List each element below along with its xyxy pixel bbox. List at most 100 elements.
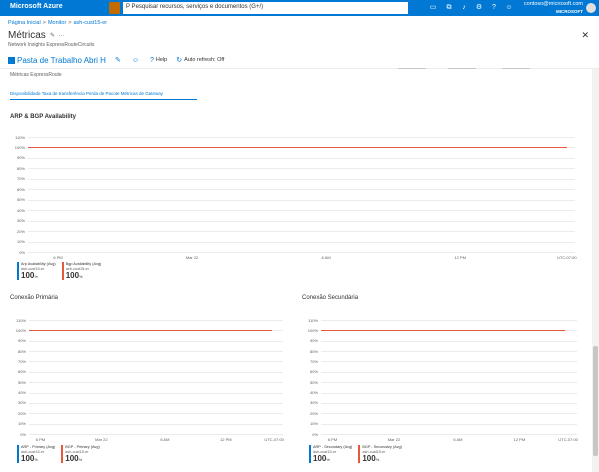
- y-tick-label: 90%: [16, 155, 25, 161]
- legend-unit: %: [375, 457, 380, 462]
- grid-line: [28, 220, 575, 222]
- secondary-connection-legend: ARP - Secondary (Avg) ash-cust15-er 100% BG…: [309, 445, 408, 464]
- help-label: Help: [155, 57, 168, 63]
- pencil-icon: ✎: [114, 57, 121, 64]
- legend-item[interactable]: BGP - Secondary (Avg) ash-cust15-er 100%: [358, 445, 402, 464]
- grid-line: [28, 168, 575, 170]
- y-tick-label: 30%: [16, 218, 25, 224]
- legend-item[interactable]: Bgp Availability (Avg) ash-cust15-er 100%: [61, 262, 101, 281]
- x-tick-label: Mar 22: [185, 255, 199, 260]
- auto-refresh-button[interactable]: ↻ Auto refresh: Off: [176, 56, 224, 64]
- x-tick-label: UTC-07:00: [558, 437, 578, 442]
- legend-text: Arp Availability (Avg) ash-cust15-er 100%: [21, 262, 56, 281]
- legend-value: 100%: [21, 271, 38, 280]
- primary-connection-chart[interactable]: 110% 100% 90% 80% 70% 60% 50% 40% 30% 20% 10% 0% 6 P…: [16, 318, 284, 443]
- y-tick-label: 110%: [16, 317, 26, 323]
- account-menu[interactable]: contoso@microsoft.com MICROSOFT: [524, 1, 583, 15]
- more-icon[interactable]: ···: [58, 33, 64, 39]
- legend-unit: %: [79, 274, 83, 279]
- grid-line: [28, 231, 575, 233]
- grid-line: [321, 413, 577, 415]
- scroll-thumb[interactable]: [593, 346, 598, 456]
- grid-line: [29, 361, 283, 363]
- primary-connection-title: Conexão Primária: [10, 295, 59, 301]
- metric-tabs[interactable]: Disponibilidade Taxa de transferência Pe…: [10, 91, 163, 96]
- y-tick-label: 0%: [19, 249, 25, 255]
- close-icon[interactable]: ✕: [581, 30, 589, 41]
- legend-item[interactable]: BGP - Primary (Avg) ash-cust15-er 100%: [61, 445, 100, 464]
- grid-line: [28, 178, 575, 180]
- avatar[interactable]: [586, 3, 596, 13]
- legend-text: BGP - Secondary (Avg) ash-cust15-er 100%: [362, 445, 402, 464]
- feedback-icon[interactable]: ☺: [504, 3, 514, 13]
- legend-color-bar: [17, 445, 19, 463]
- edit-button[interactable]: ✎: [115, 56, 123, 64]
- open-workbook-button[interactable]: Pasta de Trabalho Abri H: [8, 56, 106, 65]
- breadcrumb-monitor[interactable]: Monitor: [48, 20, 66, 26]
- y-tick-label: 20%: [309, 410, 318, 416]
- legend-value: 100%: [65, 454, 83, 463]
- y-tick-label: 90%: [309, 338, 318, 344]
- account-email: contoso@microsoft.com: [523, 1, 583, 7]
- availability-chart[interactable]: 110% 100% 90% 80% 70% 60% 50% 40% 30% 20% 10% 0% 6 P…: [15, 135, 577, 261]
- legend-color-bar: [17, 262, 19, 280]
- breadcrumb-resource[interactable]: ash-cust15-er: [74, 20, 108, 26]
- y-tick-label: 20%: [16, 228, 25, 234]
- grid-line: [321, 382, 577, 384]
- directory-icon[interactable]: ⧉: [444, 3, 454, 13]
- grid-line: [29, 392, 283, 394]
- x-tick-label: UTC-07:00: [264, 437, 284, 442]
- y-tick-label: 100%: [307, 327, 318, 333]
- legend-label: BGP - Primary (Avg): [65, 445, 100, 449]
- help-icon[interactable]: ?: [489, 3, 499, 13]
- grid-line: [321, 340, 577, 342]
- y-tick-label: 50%: [309, 379, 318, 385]
- y-tick-label: 80%: [17, 348, 26, 354]
- y-tick-label: 40%: [309, 390, 318, 396]
- legend-color-bar: [358, 445, 361, 463]
- y-tick-label: 30%: [309, 400, 318, 406]
- brand-label[interactable]: Microsoft Azure: [10, 3, 63, 10]
- legend-color-bar: [61, 445, 64, 463]
- legend-unit: %: [78, 457, 83, 462]
- grid-line: [28, 210, 575, 212]
- legend-item[interactable]: Arp Availability (Avg) ash-cust15-er 100%: [17, 262, 56, 281]
- notifications-icon[interactable]: ♪: [459, 3, 469, 13]
- legend-item[interactable]: ARP - Secondary (Avg) ash-cust15-er 100%: [309, 445, 352, 464]
- secondary-connection-title: Conexão Secundária: [302, 295, 359, 301]
- legend-color-bar: [61, 262, 64, 280]
- secondary-connection-chart[interactable]: 110% 100% 90% 80% 70% 60% 50% 40% 30% 20% 10% 0% 6 P…: [308, 318, 578, 443]
- y-tick-label: 20%: [17, 410, 26, 416]
- legend-text: ARP - Primary (Avg) ash-cust15-er 100%: [21, 445, 55, 464]
- y-tick-label: 100%: [15, 327, 26, 333]
- x-tick-label: Mar 22: [95, 437, 108, 442]
- help-button[interactable]: ? Help: [150, 57, 167, 64]
- grid-line: [28, 189, 575, 191]
- availability-chart-title: ARP & BGP Availability: [10, 114, 77, 120]
- settings-icon[interactable]: ⚙: [474, 3, 484, 13]
- y-tick-label: 50%: [17, 379, 26, 385]
- x-tick-label: 6 AM: [321, 255, 331, 260]
- feedback-button[interactable]: ☺: [132, 57, 141, 64]
- series-line: [321, 330, 566, 332]
- refresh-icon: ↻: [176, 57, 183, 64]
- grid-line: [29, 382, 283, 384]
- legend-item[interactable]: ARP - Primary (Avg) ash-cust15-er 100%: [17, 445, 55, 464]
- portal-icon[interactable]: [109, 2, 120, 14]
- cloud-shell-icon[interactable]: ▭: [428, 3, 438, 13]
- primary-connection-legend: ARP - Primary (Avg) ash-cust15-er 100% BGP …: [17, 445, 106, 464]
- grid-line: [321, 320, 577, 321]
- workbook-icon: [8, 56, 15, 64]
- x-tick-label: 6 AM: [160, 437, 170, 442]
- breadcrumb-home[interactable]: Página Inicial: [8, 20, 41, 26]
- legend-unit: %: [34, 457, 38, 462]
- top-bar: Microsoft Azure P Pesquisar recursos, se…: [0, 0, 599, 16]
- legend-value: 100%: [362, 454, 380, 463]
- search-input[interactable]: P Pesquisar recursos, serviços e documen…: [123, 2, 408, 14]
- pin-icon[interactable]: ✎: [50, 33, 55, 39]
- x-tick-label: 12 PM: [454, 255, 466, 260]
- y-tick-label: 110%: [308, 317, 318, 323]
- legend-text: BGP - Primary (Avg) ash-cust15-er 100%: [65, 445, 99, 464]
- x-tick-label: Mar 22: [387, 437, 401, 442]
- smiley-icon: ☺: [131, 56, 139, 64]
